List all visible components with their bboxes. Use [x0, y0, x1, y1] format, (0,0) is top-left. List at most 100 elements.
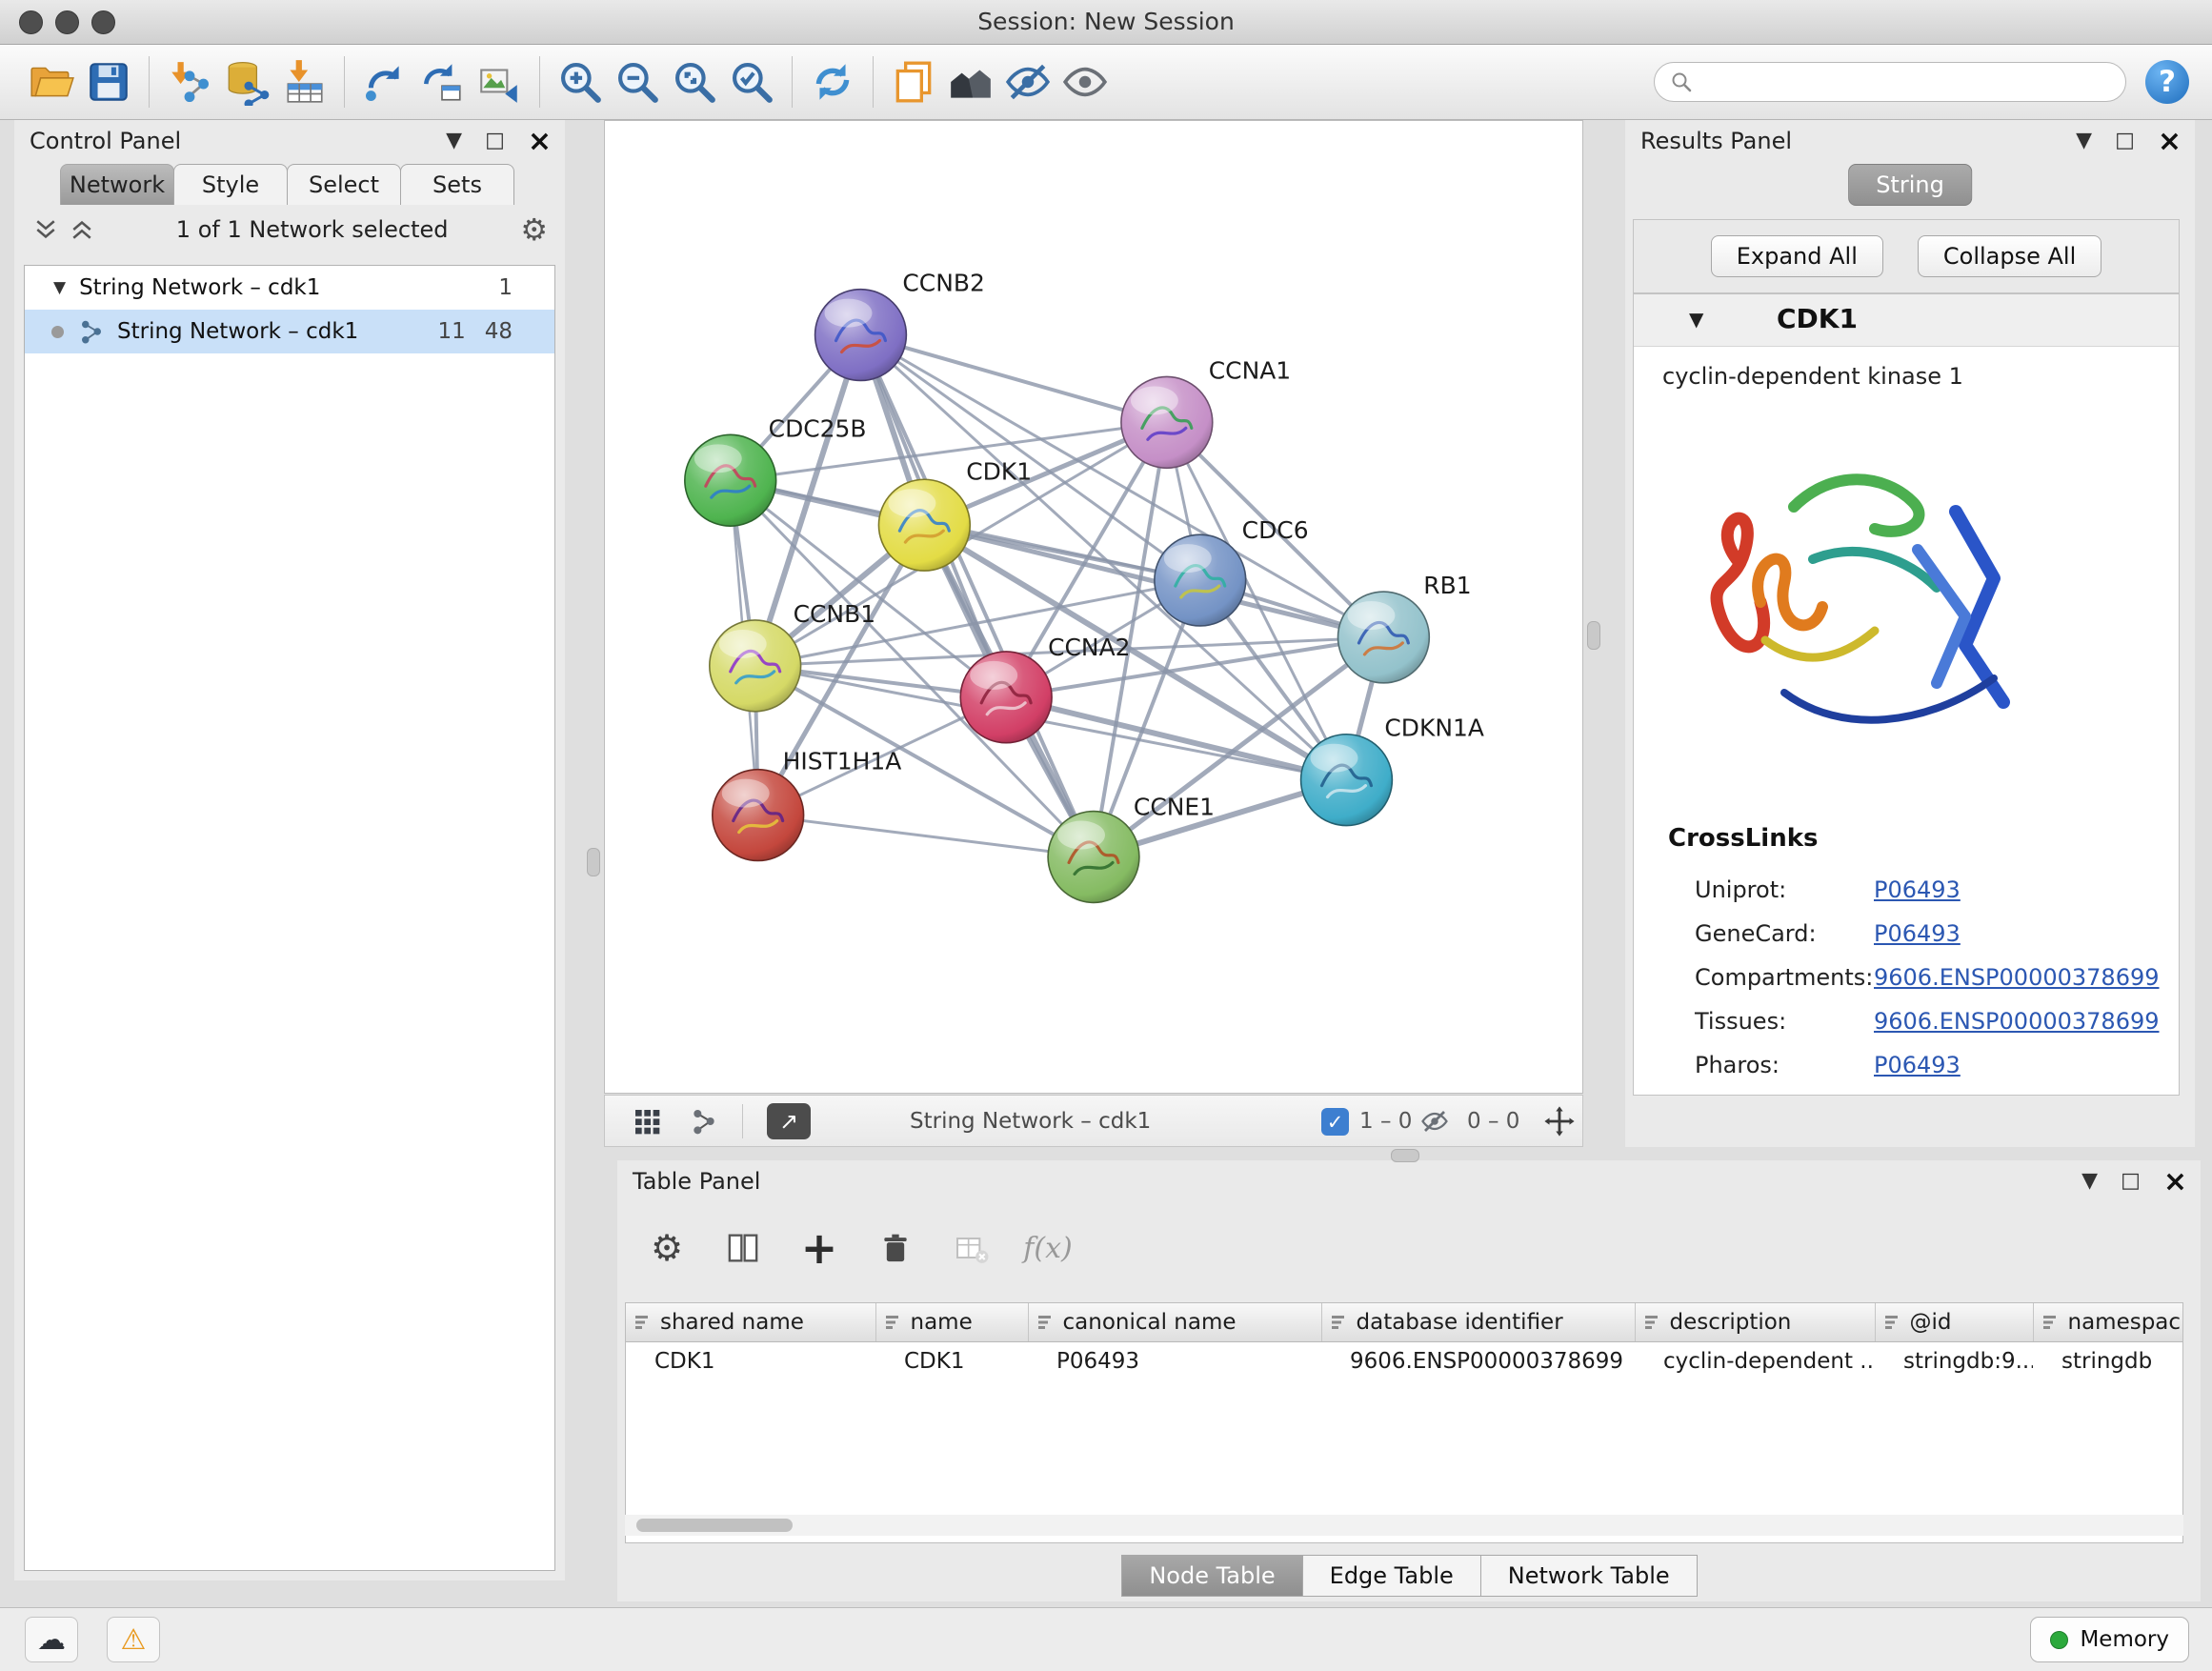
layout-table-button[interactable]	[413, 52, 471, 111]
network-node-CCNA1[interactable]: CCNA1	[1121, 356, 1291, 468]
cell-description[interactable]: cyclin-dependent ...	[1635, 1342, 1875, 1381]
cell-name[interactable]: CDK1	[875, 1342, 1028, 1381]
zoom-in-button[interactable]	[552, 52, 609, 111]
expand-all-button[interactable]: Expand All	[1711, 235, 1883, 277]
tab-node-table[interactable]: Node Table	[1121, 1555, 1302, 1597]
network-node-CDC6[interactable]: CDC6	[1155, 516, 1309, 626]
memory-button[interactable]: Memory	[2030, 1617, 2189, 1662]
zoom-window-button[interactable]	[91, 10, 115, 34]
crosslink-link[interactable]: 9606.ENSP00000378699	[1874, 1008, 2160, 1035]
open-session-button[interactable]	[23, 52, 80, 111]
import-table-button[interactable]	[275, 52, 332, 111]
column-header[interactable]: @id	[1875, 1303, 2033, 1342]
network-collection-row[interactable]: ▼ String Network – cdk1 1	[25, 266, 554, 310]
network-node-CDC25B[interactable]: CDC25B	[685, 414, 867, 526]
cell-namespace[interactable]: stringdb	[2033, 1342, 2182, 1381]
close-panel-icon[interactable]: ×	[2163, 1165, 2187, 1198]
refresh-view-button[interactable]	[804, 52, 861, 111]
delete-column-button[interactable]	[875, 1227, 916, 1269]
crosslink-link[interactable]: 9606.ENSP00000378699	[1874, 964, 2160, 991]
create-column-button[interactable]: +	[798, 1227, 840, 1269]
network-node-RB1[interactable]: RB1	[1337, 572, 1471, 683]
clone-network-button[interactable]	[885, 52, 942, 111]
tab-network[interactable]: Network	[60, 164, 174, 205]
selected-checkbox-icon[interactable]: ✓	[1321, 1108, 1349, 1136]
zoom-selected-button[interactable]	[723, 52, 780, 111]
network-node-CDKN1A[interactable]: CDKN1A	[1301, 715, 1484, 826]
search-input[interactable]	[1702, 69, 2110, 95]
protein-section-header[interactable]: ▼ CDK1	[1634, 294, 2179, 347]
cloud-status-button[interactable]: ☁	[25, 1617, 78, 1662]
close-panel-icon[interactable]: ×	[2158, 125, 2182, 158]
table-row[interactable]: CDK1 CDK1 P06493 9606.ENSP00000378699 cy…	[626, 1342, 2182, 1381]
splitter-handle[interactable]	[587, 848, 600, 876]
tab-network-table[interactable]: Network Table	[1480, 1555, 1698, 1597]
import-network-database-button[interactable]	[218, 52, 275, 111]
splitter-handle[interactable]	[1391, 1149, 1419, 1162]
birds-eye-view-button[interactable]	[632, 1096, 662, 1146]
collapse-panel-icon[interactable]: ▼	[446, 131, 462, 151]
column-header[interactable]: database identifier	[1321, 1303, 1635, 1342]
column-header[interactable]: namespac	[2033, 1303, 2182, 1342]
tree-expander-icon[interactable]: ▼	[53, 278, 66, 297]
tab-edge-table[interactable]: Edge Table	[1302, 1555, 1481, 1597]
import-network-file-button[interactable]	[161, 52, 218, 111]
float-panel-icon[interactable]: □	[485, 131, 505, 151]
cell-shared-name[interactable]: CDK1	[626, 1342, 875, 1381]
float-panel-icon[interactable]: □	[2121, 1171, 2141, 1192]
section-expander-icon[interactable]: ▼	[1689, 308, 1703, 331]
collapse-panel-icon[interactable]: ▼	[2076, 131, 2092, 151]
network-row-selected[interactable]: String Network – cdk1 11 48	[25, 310, 554, 353]
network-options-gear-icon[interactable]: ⚙	[520, 214, 548, 245]
scrollbar-thumb[interactable]	[636, 1519, 793, 1532]
export-image-button[interactable]	[471, 52, 528, 111]
warnings-button[interactable]: ⚠	[107, 1617, 160, 1662]
network-overview-button[interactable]	[689, 1096, 719, 1146]
column-header[interactable]: name	[875, 1303, 1028, 1342]
minimize-window-button[interactable]	[55, 10, 79, 34]
show-graphics-details-button[interactable]	[1056, 52, 1114, 111]
crosslink-link[interactable]: P06493	[1874, 876, 1961, 903]
tab-sets[interactable]: Sets	[400, 164, 514, 205]
hide-graphics-details-button[interactable]	[999, 52, 1056, 111]
cell-canonical-name[interactable]: P06493	[1028, 1342, 1321, 1381]
detach-view-button[interactable]: ↗	[767, 1103, 811, 1139]
home-button[interactable]	[942, 52, 999, 111]
zoom-out-button[interactable]	[609, 52, 666, 111]
show-columns-button[interactable]	[722, 1227, 764, 1269]
tab-select[interactable]: Select	[287, 164, 401, 205]
tab-string[interactable]: String	[1848, 164, 1972, 206]
collapse-panel-icon[interactable]: ▼	[2081, 1171, 2098, 1192]
help-button[interactable]: ?	[2145, 60, 2189, 104]
tab-style[interactable]: Style	[173, 164, 288, 205]
pan-mode-button[interactable]	[1543, 1096, 1576, 1146]
table-options-gear-icon[interactable]: ⚙	[646, 1227, 688, 1269]
save-session-button[interactable]	[80, 52, 137, 111]
column-header[interactable]: shared name	[626, 1303, 875, 1342]
crosslink-link[interactable]: P06493	[1874, 1052, 1961, 1078]
network-node-CDK1[interactable]: CDK1	[878, 457, 1032, 571]
zoom-fit-button[interactable]	[666, 52, 723, 111]
node-label: CCNB2	[902, 270, 984, 297]
float-panel-icon[interactable]: □	[2115, 131, 2135, 151]
expand-all-icon[interactable]	[68, 215, 96, 244]
cell-database-identifier[interactable]: 9606.ENSP00000378699	[1321, 1342, 1635, 1381]
apply-layout-button[interactable]	[356, 52, 413, 111]
splitter-handle[interactable]	[1587, 621, 1600, 650]
close-panel-icon[interactable]: ×	[528, 125, 552, 158]
network-edge[interactable]	[758, 815, 1094, 857]
table-horizontal-scrollbar[interactable]	[625, 1515, 2183, 1536]
network-edge[interactable]	[860, 335, 1094, 857]
function-builder-button[interactable]: f(x)	[1027, 1227, 1069, 1269]
column-header[interactable]: canonical name	[1028, 1303, 1321, 1342]
crosslink-link[interactable]: P06493	[1874, 920, 1961, 947]
cell-id[interactable]: stringdb:9...	[1875, 1342, 2033, 1381]
network-node-HIST1H1A[interactable]: HIST1H1A	[713, 748, 902, 861]
collapse-all-icon[interactable]	[31, 215, 60, 244]
node-label: CCNE1	[1134, 794, 1215, 821]
column-header[interactable]: description	[1635, 1303, 1875, 1342]
table-panel-tabs: Node Table Edge Table Network Table	[617, 1555, 2201, 1597]
close-window-button[interactable]	[19, 10, 43, 34]
network-view-canvas[interactable]: CCNB2CCNA1CDC25BCDK1CDC6RB1CCNB1CCNA2CDK…	[604, 120, 1583, 1094]
collapse-all-button[interactable]: Collapse All	[1918, 235, 2101, 277]
